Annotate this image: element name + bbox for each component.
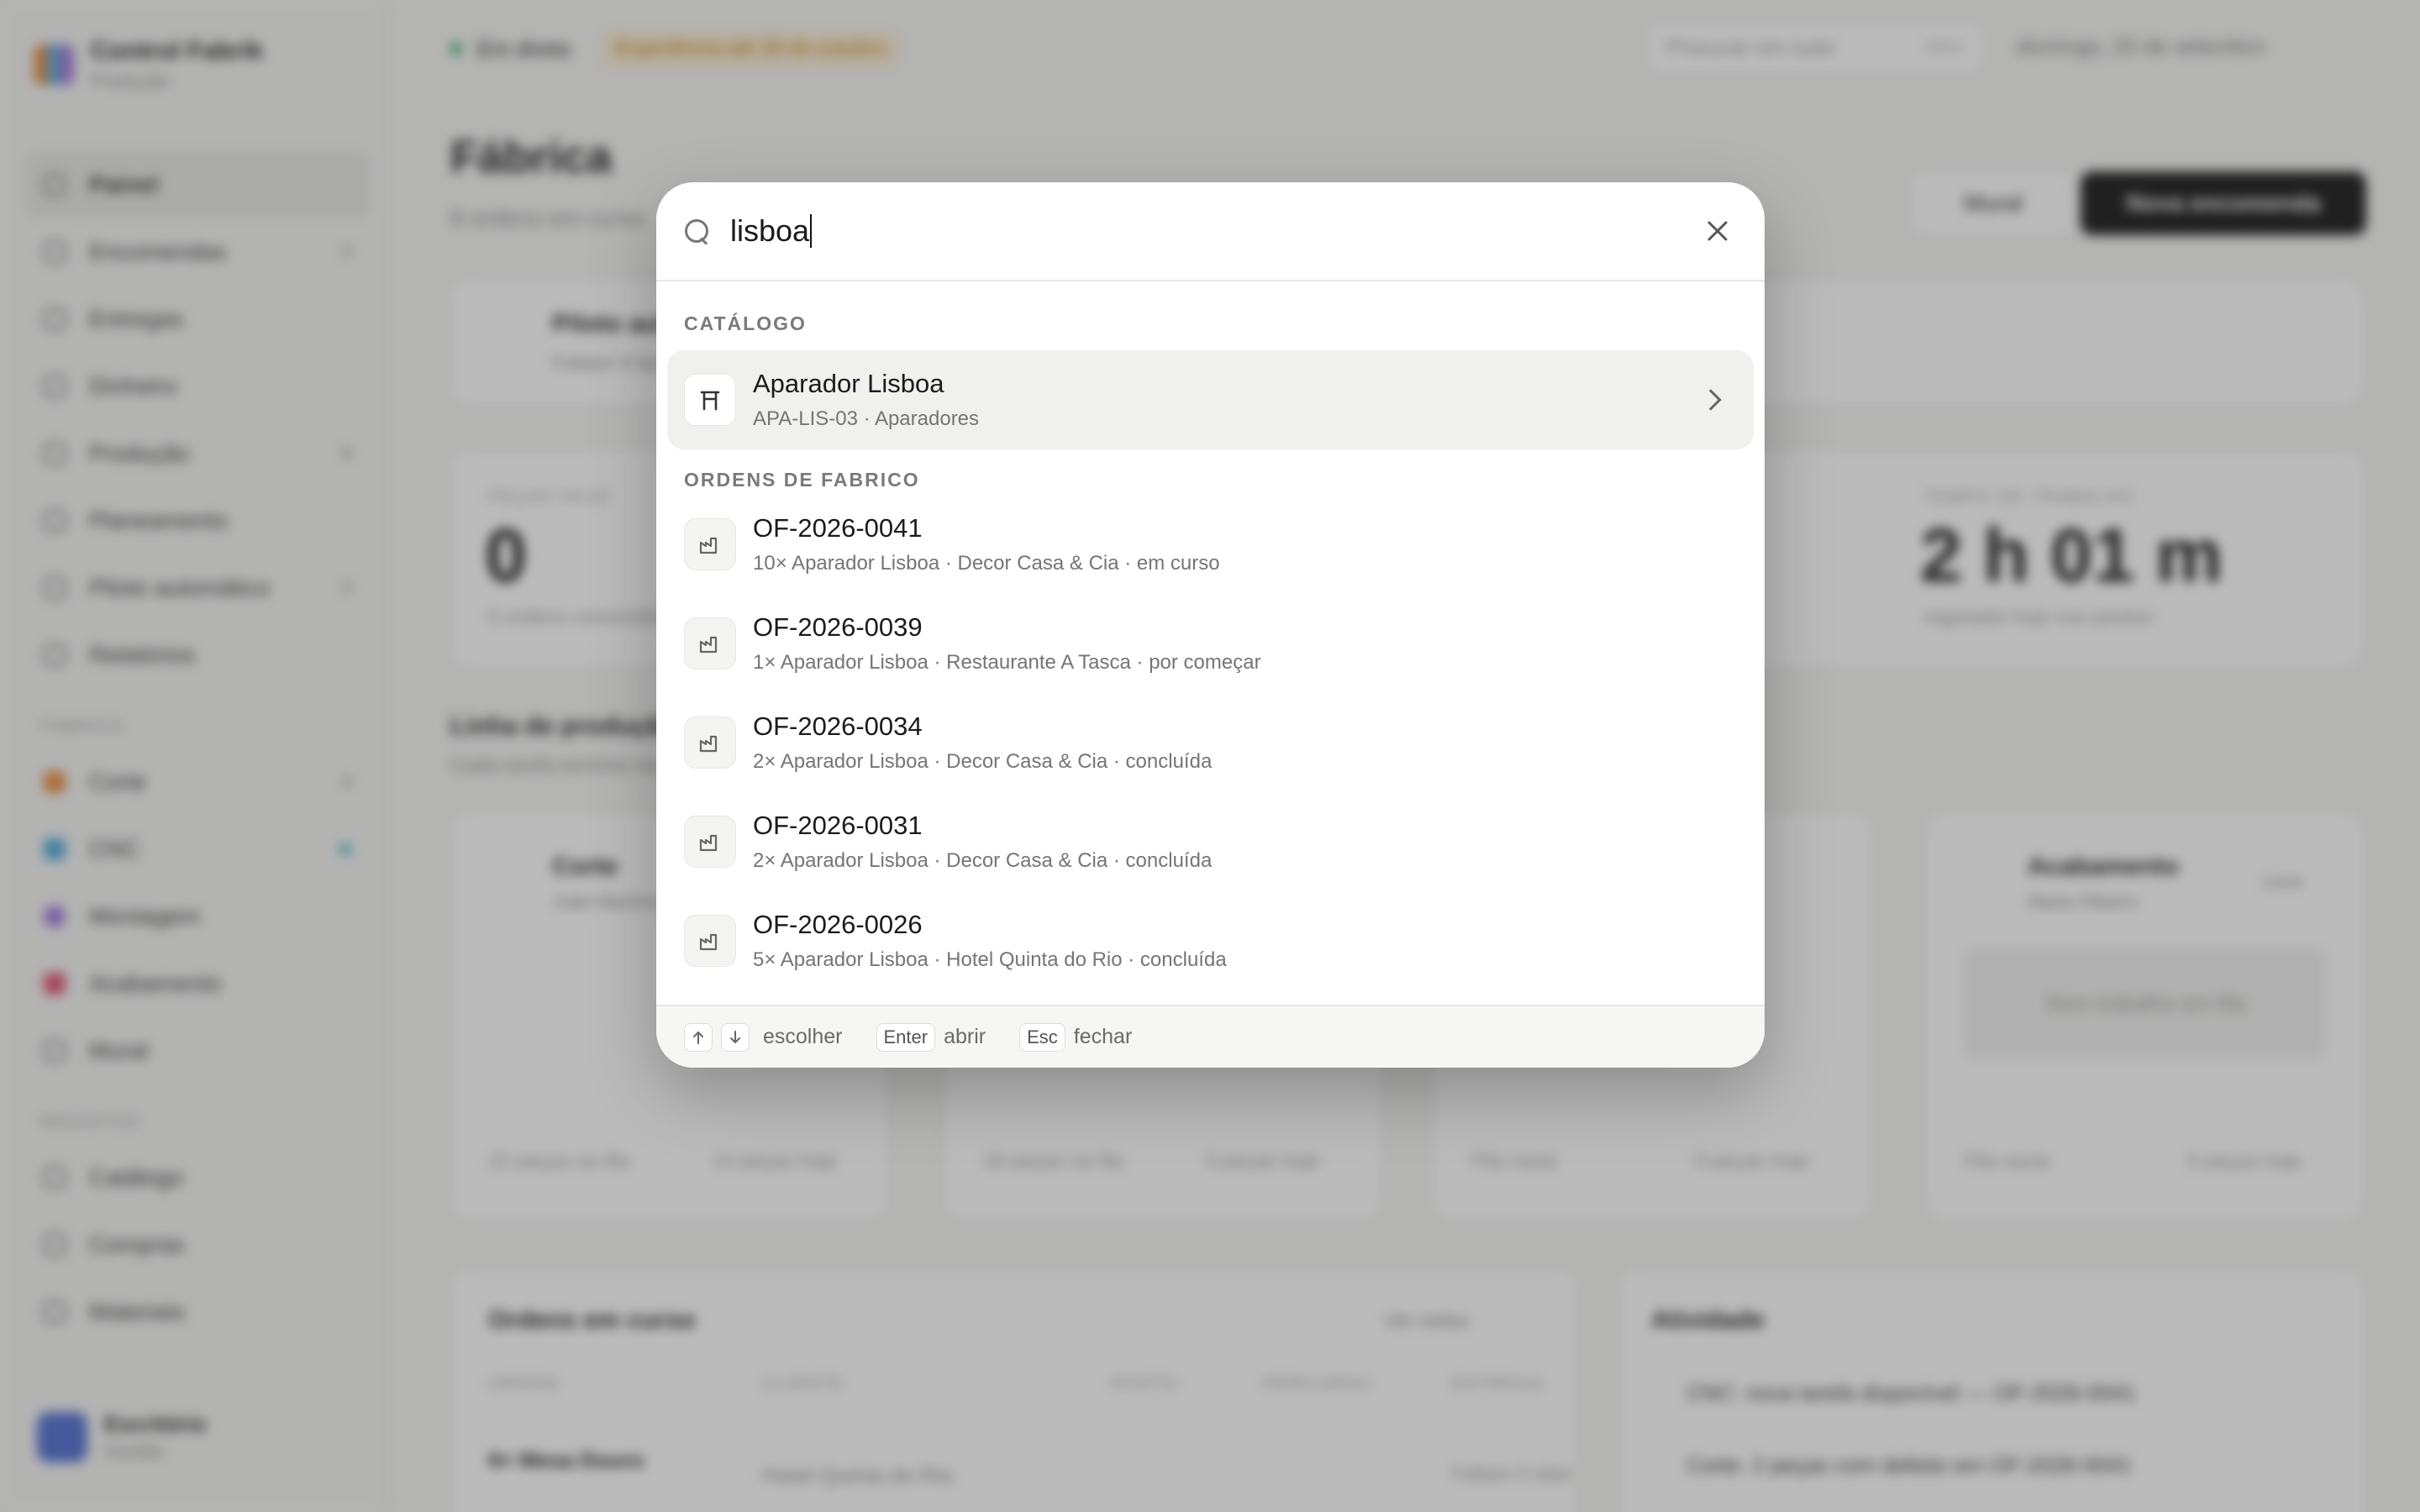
result-subtitle: 1× Aparador Lisboa · Restaurante A Tasca… (753, 651, 1261, 674)
result-title: Aparador Lisboa (753, 369, 944, 398)
result-subtitle: APA-LIS-03 · Aparadores (753, 407, 980, 430)
result-text: OF-2026-0041 10× Aparador Lisboa · Decor… (753, 513, 1737, 575)
palette-search-query: lisboa (730, 213, 810, 248)
arrow-up-icon (693, 1031, 703, 1044)
result-item[interactable]: OF-2026-0034 2× Aparador Lisboa · Decor … (667, 693, 1754, 792)
result-subtitle: 2× Aparador Lisboa · Decor Casa & Cia · … (753, 750, 1213, 773)
result-title: OF-2026-0026 (753, 910, 923, 939)
enter-key: Enter (876, 1022, 936, 1052)
result-title: OF-2026-0039 (753, 612, 923, 642)
result-subtitle: 10× Aparador Lisboa · Decor Casa & Cia ·… (753, 552, 1220, 575)
factory-icon (684, 717, 736, 769)
close-icon (1707, 221, 1728, 241)
text-caret (810, 214, 813, 248)
palette-search-input[interactable]: lisboa (730, 213, 1697, 249)
palette-header: lisboa (656, 182, 1765, 281)
result-item[interactable]: OF-2026-0041 10× Aparador Lisboa · Decor… (667, 495, 1754, 594)
results-section-title: CATÁLOGO (684, 312, 807, 334)
results-section-title: ORDENS DE FABRICO (684, 468, 920, 491)
palette-footer: escolher Enter abrir Esc fechar (656, 1005, 1765, 1068)
close-button[interactable] (1697, 211, 1738, 251)
chevron-right-icon (1700, 389, 1722, 411)
result-subtitle: 5× Aparador Lisboa · Hotel Quinta do Rio… (753, 948, 1227, 971)
result-text: OF-2026-0039 1× Aparador Lisboa · Restau… (753, 612, 1737, 675)
result-title: OF-2026-0041 (753, 513, 923, 543)
furniture-icon (684, 374, 736, 426)
result-title: OF-2026-0034 (753, 711, 923, 741)
factory-icon (684, 816, 736, 868)
arrow-up-key (684, 1022, 713, 1052)
result-title: OF-2026-0031 (753, 811, 923, 840)
hint-close: fechar (1073, 1025, 1133, 1048)
factory-icon (684, 617, 736, 669)
result-subtitle: 2× Aparador Lisboa · Decor Casa & Cia · … (753, 849, 1213, 872)
command-palette: lisboa CATÁLOGO Aparador Lisboa APA-LIS-… (656, 182, 1765, 1068)
palette-results: CATÁLOGO Aparador Lisboa APA-LIS-03 · Ap… (656, 281, 1765, 990)
result-text: OF-2026-0031 2× Aparador Lisboa · Decor … (753, 811, 1737, 873)
result-item[interactable]: OF-2026-0039 1× Aparador Lisboa · Restau… (667, 594, 1754, 693)
result-text: OF-2026-0034 2× Aparador Lisboa · Decor … (753, 711, 1737, 774)
hint-navigate: escolher (763, 1025, 843, 1048)
result-text: OF-2026-0026 5× Aparador Lisboa · Hotel … (753, 910, 1737, 972)
esc-key: Esc (1019, 1022, 1065, 1052)
hint-open: abrir (944, 1025, 986, 1048)
arrow-down-icon (730, 1030, 740, 1043)
result-item[interactable]: OF-2026-0026 5× Aparador Lisboa · Hotel … (667, 891, 1754, 990)
factory-icon (684, 915, 736, 967)
factory-icon (684, 518, 736, 570)
result-item[interactable]: OF-2026-0031 2× Aparador Lisboa · Decor … (667, 792, 1754, 891)
result-item[interactable]: Aparador Lisboa APA-LIS-03 · Aparadores (667, 350, 1754, 449)
result-text: Aparador Lisboa APA-LIS-03 · Aparadores (753, 369, 1703, 431)
search-icon (683, 218, 710, 244)
arrow-down-key (721, 1022, 750, 1052)
